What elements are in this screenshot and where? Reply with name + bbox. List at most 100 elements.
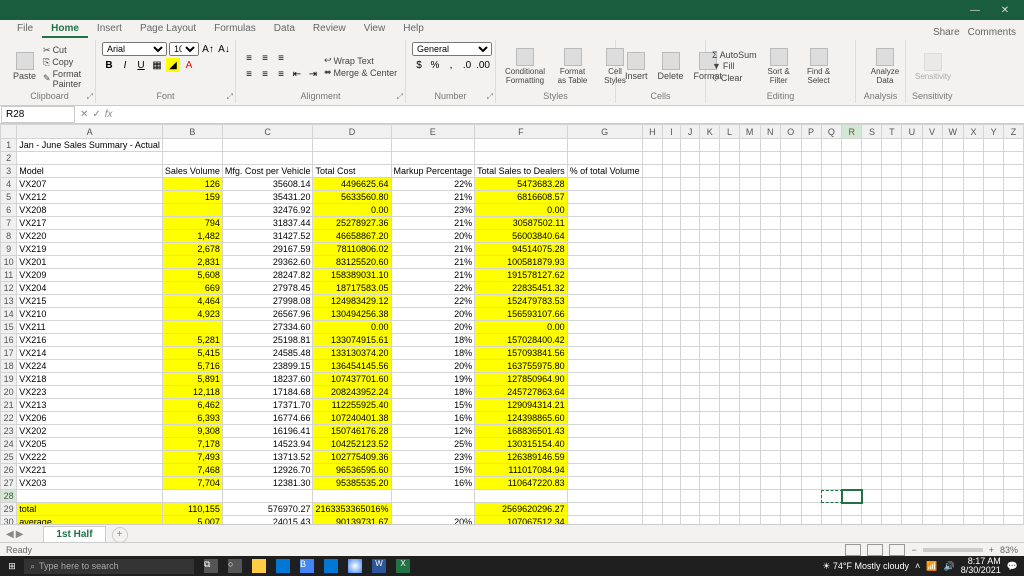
cell-E24[interactable]: 25% xyxy=(391,438,475,451)
cell-E21[interactable]: 15% xyxy=(391,399,475,412)
row-header-1[interactable]: 1 xyxy=(1,139,17,152)
row-header-18[interactable]: 18 xyxy=(1,360,17,373)
cell-L11[interactable] xyxy=(720,269,739,282)
menu-formulas[interactable]: Formulas xyxy=(205,21,265,38)
cell-E29[interactable] xyxy=(391,503,475,516)
cell-L8[interactable] xyxy=(720,230,739,243)
cell-Q30[interactable] xyxy=(821,516,842,525)
cell-R9[interactable] xyxy=(842,243,862,256)
cell-H29[interactable] xyxy=(642,503,662,516)
cell-B30[interactable]: 5,007 xyxy=(162,516,222,525)
tab-scroll-right-icon[interactable]: ▶ xyxy=(16,529,24,540)
cell-X28[interactable] xyxy=(964,490,984,503)
cell-V22[interactable] xyxy=(922,412,942,425)
cell-K30[interactable] xyxy=(700,516,720,525)
cell-Z29[interactable] xyxy=(1004,503,1024,516)
cell-J29[interactable] xyxy=(681,503,700,516)
cell-L24[interactable] xyxy=(720,438,739,451)
cell-P15[interactable] xyxy=(801,321,821,334)
cell-X24[interactable] xyxy=(964,438,984,451)
cell-R30[interactable] xyxy=(842,516,862,525)
clipboard-expand-icon[interactable]: ⤢ xyxy=(87,92,93,102)
cell-W11[interactable] xyxy=(942,269,963,282)
cell-T9[interactable] xyxy=(882,243,902,256)
cell-J3[interactable] xyxy=(681,165,700,178)
cell-U27[interactable] xyxy=(902,477,922,490)
cell-K22[interactable] xyxy=(700,412,720,425)
col-header-V[interactable]: V xyxy=(922,125,942,139)
cell-X29[interactable] xyxy=(964,503,984,516)
cell-V20[interactable] xyxy=(922,386,942,399)
cell-X1[interactable] xyxy=(964,139,984,152)
cell-E18[interactable]: 20% xyxy=(391,360,475,373)
cell-L6[interactable] xyxy=(720,204,739,217)
cell-F27[interactable]: 110647220.83 xyxy=(475,477,568,490)
col-header-Y[interactable]: Y xyxy=(984,125,1004,139)
cell-C20[interactable]: 17184.68 xyxy=(222,386,313,399)
cell-G14[interactable] xyxy=(567,308,642,321)
cell-J30[interactable] xyxy=(681,516,700,525)
cell-P20[interactable] xyxy=(801,386,821,399)
cell-X22[interactable] xyxy=(964,412,984,425)
cell-W16[interactable] xyxy=(942,334,963,347)
cell-A21[interactable]: VX213 xyxy=(17,399,163,412)
cell-W20[interactable] xyxy=(942,386,963,399)
cell-G24[interactable] xyxy=(567,438,642,451)
cell-A20[interactable]: VX223 xyxy=(17,386,163,399)
cell-D9[interactable]: 78110806.02 xyxy=(313,243,391,256)
cell-S21[interactable] xyxy=(862,399,882,412)
comments-button[interactable]: Comments xyxy=(968,27,1016,38)
tray-chevron-icon[interactable]: ˄ xyxy=(915,561,920,571)
cell-I4[interactable] xyxy=(662,178,680,191)
cell-F11[interactable]: 191578127.62 xyxy=(475,269,568,282)
cell-U16[interactable] xyxy=(902,334,922,347)
cell-L30[interactable] xyxy=(720,516,739,525)
cell-E8[interactable]: 20% xyxy=(391,230,475,243)
cell-G27[interactable] xyxy=(567,477,642,490)
cell-C2[interactable] xyxy=(222,152,313,165)
cell-C30[interactable]: 24015.43 xyxy=(222,516,313,525)
cell-G28[interactable] xyxy=(567,490,642,503)
alignment-expand-icon[interactable]: ⤢ xyxy=(397,92,403,102)
cell-X14[interactable] xyxy=(964,308,984,321)
cell-K26[interactable] xyxy=(700,464,720,477)
cell-F20[interactable]: 245727863.64 xyxy=(475,386,568,399)
cell-H16[interactable] xyxy=(642,334,662,347)
cell-M25[interactable] xyxy=(739,451,760,464)
row-header-11[interactable]: 11 xyxy=(1,269,17,282)
inc-decimal-icon[interactable]: .0 xyxy=(460,58,474,72)
cell-G23[interactable] xyxy=(567,425,642,438)
cell-M15[interactable] xyxy=(739,321,760,334)
cell-F28[interactable] xyxy=(475,490,568,503)
cancel-formula-icon[interactable]: ✕ xyxy=(80,109,88,120)
font-expand-icon[interactable]: ⤢ xyxy=(227,92,233,102)
cell-P25[interactable] xyxy=(801,451,821,464)
comma-icon[interactable]: , xyxy=(444,58,458,72)
cell-M19[interactable] xyxy=(739,373,760,386)
cell-J11[interactable] xyxy=(681,269,700,282)
cell-O18[interactable] xyxy=(780,360,801,373)
cell-X2[interactable] xyxy=(964,152,984,165)
cell-D23[interactable]: 150746176.28 xyxy=(313,425,391,438)
cell-J20[interactable] xyxy=(681,386,700,399)
cell-R28[interactable] xyxy=(842,490,862,503)
cell-U11[interactable] xyxy=(902,269,922,282)
cell-C8[interactable]: 31427.52 xyxy=(222,230,313,243)
cell-N16[interactable] xyxy=(760,334,780,347)
cell-K6[interactable] xyxy=(700,204,720,217)
cell-C4[interactable]: 35608.14 xyxy=(222,178,313,191)
cell-Q19[interactable] xyxy=(821,373,842,386)
cell-O24[interactable] xyxy=(780,438,801,451)
cell-Q12[interactable] xyxy=(821,282,842,295)
cell-P2[interactable] xyxy=(801,152,821,165)
cell-T12[interactable] xyxy=(882,282,902,295)
cell-H17[interactable] xyxy=(642,347,662,360)
merge-center-button[interactable]: ⬌ Merge & Center xyxy=(324,67,397,78)
cell-M7[interactable] xyxy=(739,217,760,230)
cell-H7[interactable] xyxy=(642,217,662,230)
cell-A13[interactable]: VX215 xyxy=(17,295,163,308)
cell-K9[interactable] xyxy=(700,243,720,256)
cell-C26[interactable]: 12926.70 xyxy=(222,464,313,477)
cell-C9[interactable]: 29167.59 xyxy=(222,243,313,256)
cell-B17[interactable]: 5,415 xyxy=(162,347,222,360)
